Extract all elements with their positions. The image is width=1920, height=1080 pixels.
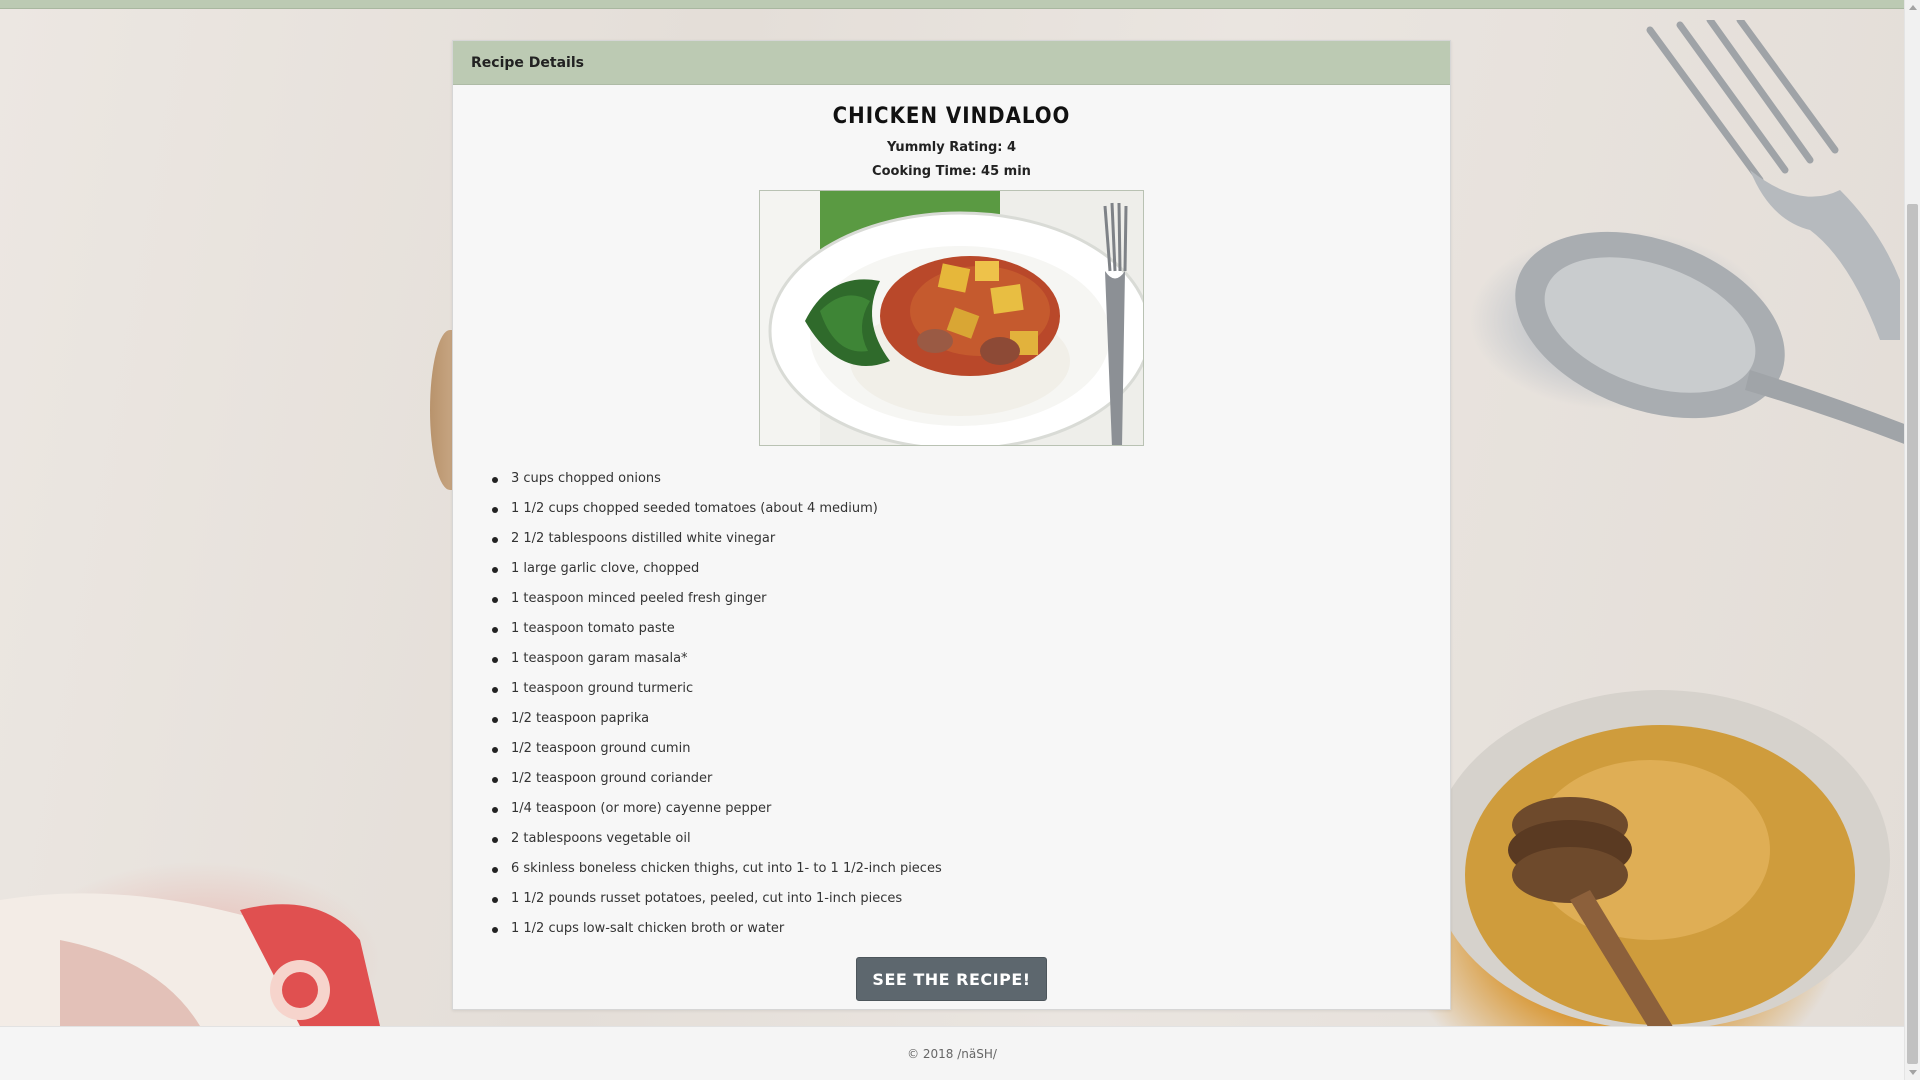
bullet-icon — [492, 567, 498, 573]
list-item: 1 teaspoon minced peeled fresh ginger — [489, 584, 1426, 614]
ingredient-text: 6 skinless boneless chicken thighs, cut … — [511, 861, 942, 876]
vertical-scrollbar[interactable] — [1904, 0, 1920, 1080]
bullet-icon — [492, 927, 498, 933]
card-body: CHICKEN VINDALOO Yummly Rating: 4 Cookin… — [453, 104, 1450, 1001]
list-item: 1 1/2 cups chopped seeded tomatoes (abou… — [489, 494, 1426, 524]
ingredient-text: 1 teaspoon tomato paste — [511, 621, 675, 636]
list-item: 1 teaspoon tomato paste — [489, 614, 1426, 644]
bullet-icon — [492, 507, 498, 513]
bullet-icon — [492, 867, 498, 873]
copyright-text: © 2018 /näSH/ — [907, 1046, 997, 1061]
honey-jar-decoration — [1430, 690, 1890, 1030]
list-item: 3 cups chopped onions — [489, 464, 1426, 494]
scroll-up-icon[interactable] — [1909, 5, 1917, 10]
recipe-photo-wrap — [477, 190, 1426, 446]
card-header: Recipe Details — [453, 41, 1450, 85]
ingredient-list: 3 cups chopped onions 1 1/2 cups chopped… — [489, 464, 1426, 944]
bullet-icon — [492, 837, 498, 843]
yummly-rating: Yummly Rating: 4 — [886, 140, 1017, 155]
recipe-details-card: Recipe Details CHICKEN VINDALOO Yummly R… — [452, 40, 1451, 1010]
bullet-icon — [492, 537, 498, 543]
list-item: 1/2 teaspoon ground coriander — [489, 764, 1426, 794]
bullet-icon — [492, 897, 498, 903]
list-item: 2 1/2 tablespoons distilled white vinega… — [489, 524, 1426, 554]
footer: © 2018 /näSH/ — [0, 1026, 1904, 1080]
top-nav-strip — [0, 0, 1904, 9]
list-item: 6 skinless boneless chicken thighs, cut … — [489, 854, 1426, 884]
card-header-title: Recipe Details — [471, 54, 584, 71]
list-item: 1 1/2 cups low-salt chicken broth or wat… — [489, 914, 1426, 944]
bullet-icon — [492, 597, 498, 603]
ingredient-text: 1 teaspoon ground turmeric — [511, 681, 694, 696]
ingredient-text: 1 1/2 pounds russet potatoes, peeled, cu… — [511, 891, 903, 906]
list-item: 1 teaspoon ground turmeric — [489, 674, 1426, 704]
list-item: 1 1/2 pounds russet potatoes, peeled, cu… — [489, 884, 1426, 914]
ingredient-text: 1 large garlic clove, chopped — [511, 561, 700, 576]
bullet-icon — [492, 687, 498, 693]
cooking-time: Cooking Time: 45 min — [872, 164, 1031, 179]
scrollbar-thumb[interactable] — [1907, 204, 1918, 1064]
bullet-icon — [492, 717, 498, 723]
bullet-icon — [492, 777, 498, 783]
list-item: 1/2 teaspoon paprika — [489, 704, 1426, 734]
ingredient-text: 2 tablespoons vegetable oil — [511, 831, 691, 846]
cloth-decoration — [0, 893, 380, 1026]
see-the-recipe-button[interactable]: SEE THE RECIPE! — [856, 957, 1047, 1001]
bullet-icon — [492, 657, 498, 663]
bullet-icon — [492, 747, 498, 753]
ingredient-text: 1 1/2 cups chopped seeded tomatoes (abou… — [511, 501, 878, 516]
bullet-icon — [492, 807, 498, 813]
ingredient-text: 1 teaspoon minced peeled fresh ginger — [511, 591, 767, 606]
ingredient-text: 1/2 teaspoon paprika — [511, 711, 650, 726]
ingredient-text: 3 cups chopped onions — [511, 471, 661, 486]
bullet-icon — [492, 477, 498, 483]
ingredient-text: 1 1/2 cups low-salt chicken broth or wat… — [511, 921, 785, 936]
list-item: 1 teaspoon garam masala* — [489, 644, 1426, 674]
ingredient-text: 1/4 teaspoon (or more) cayenne pepper — [511, 801, 772, 816]
ingredient-text: 1/2 teaspoon ground cumin — [511, 741, 691, 756]
bullet-icon — [492, 627, 498, 633]
list-item: 2 tablespoons vegetable oil — [489, 824, 1426, 854]
spoon-decoration — [1515, 231, 1920, 450]
list-item: 1/4 teaspoon (or more) cayenne pepper — [489, 794, 1426, 824]
recipe-photo — [759, 190, 1144, 446]
ingredient-text: 2 1/2 tablespoons distilled white vinega… — [511, 531, 776, 546]
scroll-down-icon[interactable] — [1909, 1070, 1917, 1075]
button-wrap: SEE THE RECIPE! — [477, 957, 1426, 1001]
ingredient-text: 1 teaspoon garam masala* — [511, 651, 688, 666]
list-item: 1 large garlic clove, chopped — [489, 554, 1426, 584]
ingredient-text: 1/2 teaspoon ground coriander — [511, 771, 713, 786]
recipe-title: CHICKEN VINDALOO — [832, 104, 1071, 129]
dish-illustration — [760, 191, 1143, 445]
list-item: 1/2 teaspoon ground cumin — [489, 734, 1426, 764]
